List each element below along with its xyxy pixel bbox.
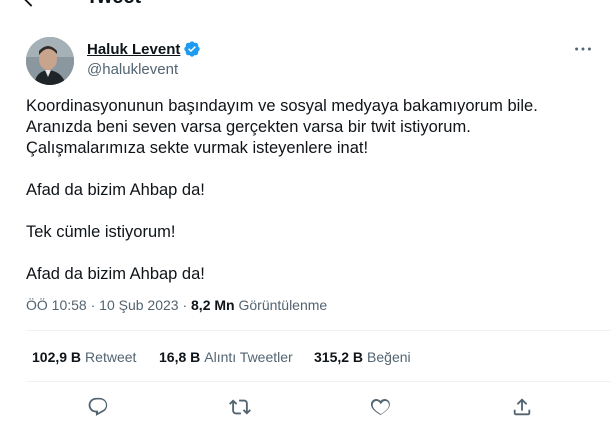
- quotes-label: Alıntı Tweetler: [204, 349, 293, 365]
- tweet-line: Afad da bizim Ahbap da!: [26, 181, 205, 199]
- divider: [26, 330, 611, 331]
- tweet-header: Tweet: [0, 0, 611, 10]
- share-icon[interactable]: [511, 396, 533, 418]
- page-title: Tweet: [86, 0, 141, 9]
- tweet-line: Koordinasyonunun başındayım ve sosyal me…: [26, 97, 538, 115]
- retweets-stat[interactable]: 102,9 B Retweet: [32, 349, 136, 365]
- retweets-label: Retweet: [85, 349, 137, 365]
- quotes-count: 16,8 B: [159, 349, 201, 365]
- more-horizontal-icon[interactable]: [572, 38, 594, 60]
- views-label: Görüntülenme: [238, 297, 328, 313]
- tweet-text: Koordinasyonunun başındayım ve sosyal me…: [26, 96, 606, 285]
- tweet-line: Afad da bizim Ahbap da!: [26, 265, 205, 283]
- author-name[interactable]: Haluk Levent: [87, 40, 201, 58]
- verified-badge-icon: [183, 40, 201, 58]
- likes-label: Beğeni: [367, 349, 411, 365]
- tweet-line: Tek cümle istiyorum!: [26, 223, 176, 241]
- avatar[interactable]: [26, 37, 74, 85]
- heart-icon[interactable]: [370, 396, 392, 418]
- quotes-stat[interactable]: 16,8 B Alıntı Tweetler: [159, 349, 293, 365]
- tweet-meta: ÖÖ 10:58 · 10 Şub 2023 · 8,2 Mn Görüntül…: [26, 297, 327, 313]
- likes-stat[interactable]: 315,2 B Beğeni: [314, 349, 411, 365]
- views-count: 8,2 Mn: [191, 297, 235, 313]
- tweet-line: Aranızda beni seven varsa gerçekten vars…: [26, 118, 471, 136]
- author-handle[interactable]: @haluklevent: [87, 61, 178, 78]
- author-name-text[interactable]: Haluk Levent: [87, 41, 180, 58]
- arrow-left-icon[interactable]: [20, 0, 42, 10]
- meta-separator: ·: [90, 297, 96, 313]
- tweet-line: Çalışmalarımıza sekte vurmak isteyenlere…: [26, 139, 369, 157]
- retweet-icon[interactable]: [229, 396, 251, 418]
- reply-icon[interactable]: [87, 396, 109, 418]
- tweet-date[interactable]: 10 Şub 2023: [99, 297, 178, 313]
- tweet-time[interactable]: ÖÖ 10:58: [26, 297, 87, 313]
- meta-separator: ·: [182, 297, 188, 313]
- retweets-count: 102,9 B: [32, 349, 82, 365]
- divider: [26, 381, 611, 382]
- likes-count: 315,2 B: [314, 349, 364, 365]
